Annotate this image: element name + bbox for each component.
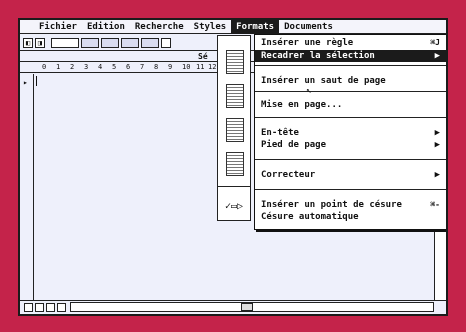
ruler-mark: 0 xyxy=(42,63,47,71)
view-button-4[interactable] xyxy=(57,303,66,312)
menu-item-auto-hyphenation[interactable]: Césure automatique xyxy=(255,211,446,223)
spacing-button[interactable] xyxy=(161,37,171,48)
menu-item-hyphen-point[interactable]: Insérer un point de césure ⌘- xyxy=(255,199,446,211)
align-left-button[interactable] xyxy=(81,37,99,48)
page-layout-thumb[interactable] xyxy=(226,152,244,176)
menu-item-footer[interactable]: Pied de page ▶ xyxy=(255,139,446,151)
menu-item-insert-ruler[interactable]: Insérer une règle ⌘J xyxy=(255,37,446,49)
submenu-arrow-icon: ▶ xyxy=(434,128,440,138)
menu-item-recadrer-selection[interactable]: Recadrer la sélection ▶ xyxy=(255,50,446,62)
menu-item-label: Césure automatique xyxy=(261,212,359,222)
menu-separator xyxy=(255,159,446,160)
paragraph-marker-icon: ▸ xyxy=(23,78,28,87)
menu-fichier[interactable]: Fichier xyxy=(34,20,82,34)
horizontal-scrollbar[interactable] xyxy=(70,302,434,312)
monitor-frame: Fichier Edition Recherche Styles Formats… xyxy=(8,7,458,325)
scroll-thumb[interactable] xyxy=(241,303,253,311)
menu-item-label: Pied de page xyxy=(261,140,327,150)
align-right-button[interactable] xyxy=(121,37,139,48)
menu-bar: Fichier Edition Recherche Styles Formats… xyxy=(20,20,446,34)
menu-item-label: En-tête xyxy=(261,128,299,138)
ruler-mark: 7 xyxy=(140,63,145,71)
page-layout-thumb[interactable] xyxy=(226,50,244,74)
ruler-mark: 2 xyxy=(70,63,75,71)
screen: Fichier Edition Recherche Styles Formats… xyxy=(18,18,448,316)
pencil-icon[interactable]: ✓▭▷ xyxy=(218,197,250,217)
formats-dropdown-menu: Insérer une règle ⌘J Recadrer la sélecti… xyxy=(254,34,446,230)
ruler-mark: 10 xyxy=(182,63,191,71)
submenu-arrow-icon: ▶ xyxy=(434,140,440,150)
menu-item-label: Recadrer la sélection xyxy=(261,51,375,61)
mouse-pointer-icon: ↖ xyxy=(306,86,312,96)
justify-button[interactable] xyxy=(141,37,159,48)
style-palette: ✓▭▷ xyxy=(217,35,251,221)
menu-separator xyxy=(255,65,446,66)
font-size-field[interactable] xyxy=(51,37,79,48)
text-caret xyxy=(36,76,37,86)
ruler-mark: 6 xyxy=(126,63,131,71)
menu-item-label: Correcteur xyxy=(261,170,316,180)
toolbar-right-button[interactable]: ◨ xyxy=(35,37,45,48)
menu-item-page-break[interactable]: Insérer un saut de page xyxy=(255,75,446,87)
align-center-button[interactable] xyxy=(101,37,119,48)
document-margin xyxy=(20,74,34,300)
shortcut-label: ⌘- xyxy=(430,200,440,209)
menu-edition[interactable]: Edition xyxy=(82,20,130,34)
page-layout-thumb[interactable] xyxy=(226,118,244,142)
ruler-mark: 4 xyxy=(98,63,103,71)
menu-item-page-setup[interactable]: Mise en page... xyxy=(255,99,446,111)
menu-item-label: Insérer un saut de page xyxy=(261,76,386,86)
menu-documents[interactable]: Documents xyxy=(279,20,338,34)
menu-separator xyxy=(255,117,446,118)
shortcut-label: ⌘J xyxy=(430,38,440,47)
submenu-arrow-icon: ▶ xyxy=(434,170,440,180)
view-button-2[interactable] xyxy=(35,303,44,312)
menu-item-label: Insérer une règle xyxy=(261,38,354,48)
view-button-3[interactable] xyxy=(46,303,55,312)
menu-recherche[interactable]: Recherche xyxy=(130,20,189,34)
submenu-arrow-icon: ▶ xyxy=(434,51,440,61)
ruler-mark: 1 xyxy=(56,63,61,71)
ruler-mark: 11 xyxy=(196,63,205,71)
ruler-mark: 8 xyxy=(154,63,159,71)
menu-separator xyxy=(255,91,446,92)
ruler-mark: 9 xyxy=(168,63,173,71)
palette-divider xyxy=(218,186,250,187)
toolbar-left-button[interactable]: ◧ xyxy=(23,37,33,48)
menu-item-label: Mise en page... xyxy=(261,100,343,110)
ruler-mark: 12 xyxy=(208,63,217,71)
menu-item-label: Insérer un point de césure xyxy=(261,200,402,210)
view-button-1[interactable] xyxy=(24,303,33,312)
menu-separator xyxy=(255,189,446,190)
menu-formats[interactable]: Formats xyxy=(231,20,280,34)
selection-label: Sé xyxy=(198,52,208,61)
menu-styles[interactable]: Styles xyxy=(189,20,232,34)
menu-item-spellcheck[interactable]: Correcteur ▶ xyxy=(255,169,446,181)
menu-item-header[interactable]: En-tête ▶ xyxy=(255,127,446,139)
ruler-mark: 5 xyxy=(112,63,117,71)
page-layout-thumb[interactable] xyxy=(226,84,244,108)
ruler-mark: 3 xyxy=(84,63,89,71)
